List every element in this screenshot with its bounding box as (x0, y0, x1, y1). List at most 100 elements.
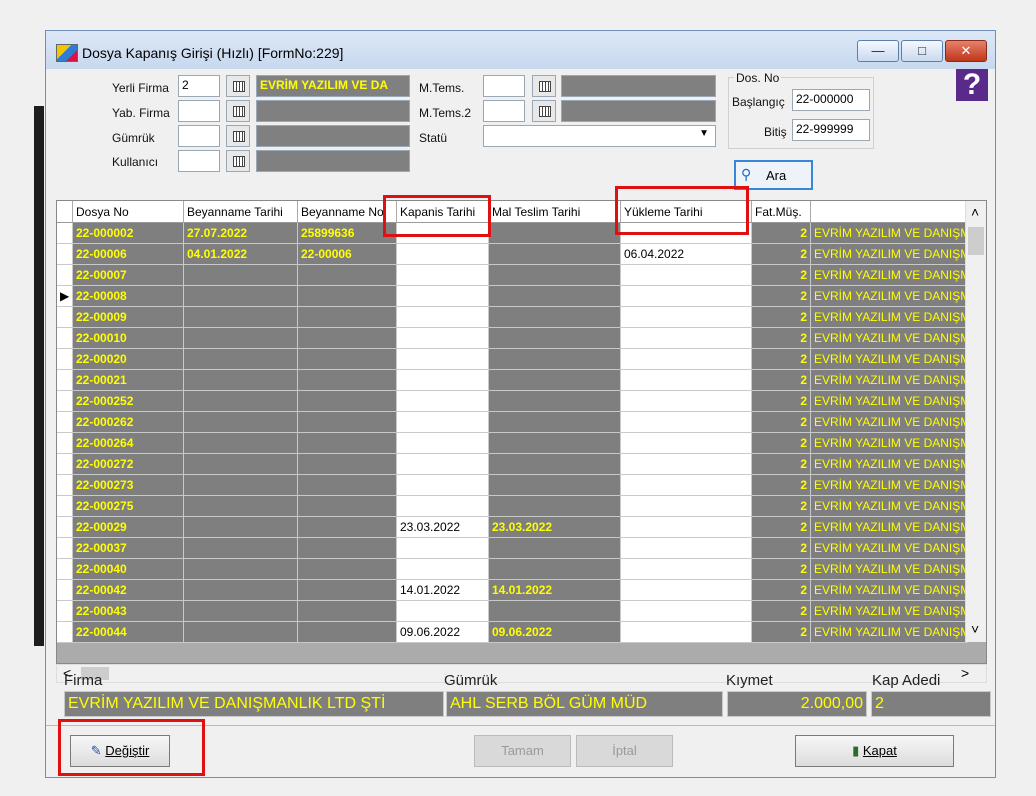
table-row[interactable]: 22-00010 2EVRİM YAZILIM VE DANIŞMANLIK (57, 328, 968, 349)
cell-no[interactable]: 22-00042 (73, 580, 184, 601)
mtems-code[interactable] (483, 75, 525, 97)
cell-fat[interactable]: 2 (752, 559, 811, 580)
statu-select[interactable]: ▼ (483, 125, 716, 147)
cell-no[interactable]: 22-00037 (73, 538, 184, 559)
cell-no[interactable]: 22-000264 (73, 433, 184, 454)
cell-firma[interactable]: EVRİM YAZILIM VE DANIŞMANLIK (811, 622, 968, 643)
cell-btarih[interactable]: 27.07.2022 (184, 223, 298, 244)
cell-bno[interactable] (298, 370, 397, 391)
row-indicator[interactable] (57, 517, 73, 538)
cell-firma[interactable]: EVRİM YAZILIM VE DANIŞMANLIK (811, 286, 968, 307)
cell-btarih[interactable]: 04.01.2022 (184, 244, 298, 265)
cell-mal[interactable] (489, 601, 621, 622)
cell-no[interactable]: 22-00029 (73, 517, 184, 538)
cell-firma[interactable]: EVRİM YAZILIM VE DANIŞMANLIK (811, 559, 968, 580)
cell-no[interactable]: 22-00008 (73, 286, 184, 307)
kullanici-lookup-icon[interactable] (226, 150, 250, 172)
cell-kap[interactable] (397, 496, 489, 517)
cell-mal[interactable] (489, 454, 621, 475)
cell-fat[interactable]: 2 (752, 328, 811, 349)
cell-mal[interactable] (489, 391, 621, 412)
table-row[interactable]: 22-00042 14.01.2022 14.01.2022 2 EVRİM YAZIL… (57, 580, 968, 601)
cell-btarih[interactable] (184, 517, 298, 538)
cell-yuk[interactable] (621, 496, 752, 517)
cell-kap[interactable] (397, 307, 489, 328)
col-firma[interactable] (811, 201, 968, 223)
row-indicator[interactable] (57, 475, 73, 496)
row-indicator[interactable] (57, 538, 73, 559)
baslangic-input[interactable]: 22-000000 (792, 89, 870, 111)
cell-kap[interactable] (397, 538, 489, 559)
cell-bno[interactable] (298, 517, 397, 538)
cell-kap[interactable] (397, 286, 489, 307)
cell-fat[interactable]: 2 (752, 475, 811, 496)
mtems2-lookup-icon[interactable] (532, 100, 556, 122)
yerli-firma-lookup-icon[interactable] (226, 75, 250, 97)
cell-no[interactable]: 22-000275 (73, 496, 184, 517)
cell-mal[interactable] (489, 265, 621, 286)
cell-no[interactable]: 22-00044 (73, 622, 184, 643)
close-button[interactable]: ✕ (945, 40, 987, 62)
cell-yuk[interactable] (621, 580, 752, 601)
table-row[interactable]: 22-00044 09.06.2022 09.06.2022 2 EVRİM YAZIL… (57, 622, 968, 643)
cell-mal[interactable] (489, 244, 621, 265)
cell-firma[interactable]: EVRİM YAZILIM VE DANIŞMANLIK (811, 328, 968, 349)
scroll-right-icon[interactable]: > (961, 665, 969, 681)
cell-fat[interactable]: 2 (752, 265, 811, 286)
cell-fat[interactable]: 2 (752, 244, 811, 265)
cell-firma[interactable]: EVRİM YAZILIM VE DANIŞMANLIK (811, 370, 968, 391)
cell-yuk[interactable] (621, 286, 752, 307)
cell-no[interactable]: 22-00009 (73, 307, 184, 328)
cell-yuk[interactable] (621, 622, 752, 643)
scroll-thumb[interactable] (968, 227, 984, 255)
cell-yuk[interactable] (621, 454, 752, 475)
cell-yuk[interactable] (621, 517, 752, 538)
cell-firma[interactable]: EVRİM YAZILIM VE DANIŞMANLIK (811, 538, 968, 559)
row-indicator[interactable] (57, 622, 73, 643)
cell-yuk[interactable] (621, 265, 752, 286)
cell-firma[interactable]: EVRİM YAZILIM VE DANIŞMANLIK (811, 454, 968, 475)
cell-no[interactable]: 22-00040 (73, 559, 184, 580)
cell-mal[interactable]: 14.01.2022 (489, 580, 621, 601)
cell-no[interactable]: 22-000002 (73, 223, 184, 244)
close-form-button[interactable]: ▮ Kapat (795, 735, 954, 767)
cell-fat[interactable]: 2 (752, 412, 811, 433)
row-indicator[interactable] (57, 349, 73, 370)
table-row[interactable]: 22-000264 2EVRİM YAZILIM VE DANIŞMANLIK (57, 433, 968, 454)
cell-mal[interactable] (489, 349, 621, 370)
cell-btarih[interactable] (184, 349, 298, 370)
cell-mal[interactable]: 09.06.2022 (489, 622, 621, 643)
cell-firma[interactable]: EVRİM YAZILIM VE DANIŞMANLIK (811, 391, 968, 412)
table-row[interactable]: 22-00007 2EVRİM YAZILIM VE DANIŞMANLIK (57, 265, 968, 286)
table-row[interactable]: 22-000252 2EVRİM YAZILIM VE DANIŞMANLIK (57, 391, 968, 412)
cell-no[interactable]: 22-000273 (73, 475, 184, 496)
maximize-button[interactable]: □ (901, 40, 943, 62)
cell-fat[interactable]: 2 (752, 391, 811, 412)
row-indicator[interactable] (57, 391, 73, 412)
cell-kap[interactable] (397, 412, 489, 433)
cell-firma[interactable]: EVRİM YAZILIM VE DANIŞMANLIK (811, 349, 968, 370)
files-grid[interactable]: Dosya No Beyanname Tarihi Beyanname No K… (56, 200, 987, 664)
cell-btarih[interactable] (184, 370, 298, 391)
cell-no[interactable]: 22-00021 (73, 370, 184, 391)
cell-btarih[interactable] (184, 559, 298, 580)
table-row[interactable]: ▶22-00008 2EVRİM YAZILIM VE DANIŞMANLIK (57, 286, 968, 307)
cell-btarih[interactable] (184, 454, 298, 475)
row-indicator[interactable] (57, 223, 73, 244)
cell-btarih[interactable] (184, 328, 298, 349)
cell-bno[interactable] (298, 328, 397, 349)
table-row[interactable]: 22-000272 2EVRİM YAZILIM VE DANIŞMANLIK (57, 454, 968, 475)
cell-bno[interactable]: 22-00006 (298, 244, 397, 265)
row-indicator[interactable] (57, 412, 73, 433)
row-indicator[interactable] (57, 328, 73, 349)
cell-mal[interactable] (489, 496, 621, 517)
cell-bno[interactable] (298, 496, 397, 517)
cell-fat[interactable]: 2 (752, 286, 811, 307)
row-indicator[interactable] (57, 580, 73, 601)
cell-btarih[interactable] (184, 538, 298, 559)
cell-btarih[interactable] (184, 433, 298, 454)
cell-kap[interactable]: 09.06.2022 (397, 622, 489, 643)
cell-btarih[interactable] (184, 475, 298, 496)
horizontal-scrollbar[interactable]: < > (56, 664, 987, 683)
cell-firma[interactable]: EVRİM YAZILIM VE DANIŞMANLIK (811, 244, 968, 265)
